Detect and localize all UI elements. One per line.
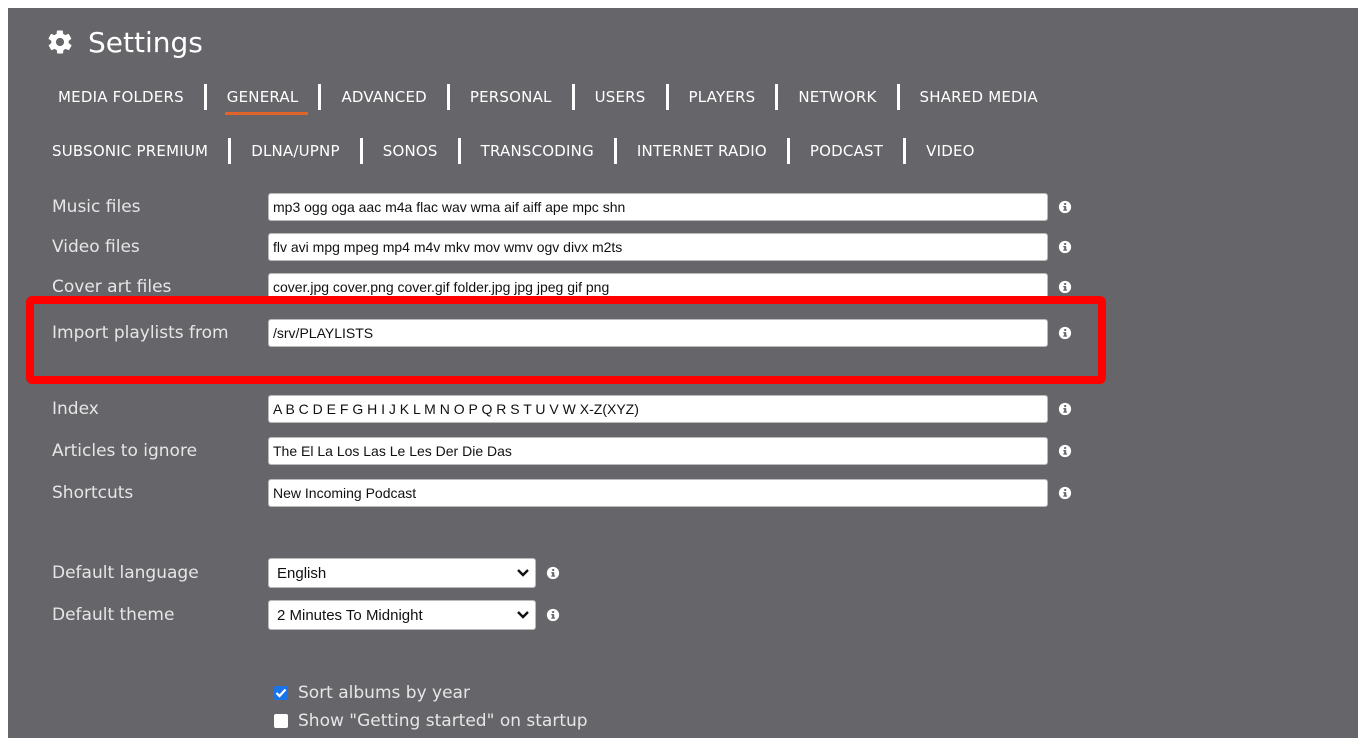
tab-network[interactable]: NETWORK bbox=[798, 88, 876, 106]
sort-albums-checkbox[interactable] bbox=[274, 686, 288, 700]
page-title-text: Settings bbox=[88, 25, 203, 59]
tab-general[interactable]: GENERAL bbox=[224, 88, 309, 115]
tab-video[interactable]: VIDEO bbox=[926, 142, 975, 160]
music-files-label: Music files bbox=[52, 197, 141, 217]
tab-media-folders[interactable]: MEDIA FOLDERS bbox=[58, 88, 184, 106]
tab-sonos[interactable]: SONOS bbox=[383, 142, 438, 160]
theme-select[interactable]: 2 Minutes To Midnight bbox=[268, 600, 536, 630]
tab-internet-radio[interactable]: INTERNET RADIO bbox=[637, 142, 767, 160]
page-title: Settings bbox=[46, 22, 203, 62]
info-icon[interactable] bbox=[1058, 200, 1072, 214]
nav-separator bbox=[203, 84, 207, 110]
nav-separator bbox=[613, 138, 617, 164]
articles-row: Articles to ignore bbox=[52, 436, 1072, 466]
cover-art-files-row: Cover art files bbox=[52, 272, 1072, 302]
gear-icon bbox=[48, 30, 72, 54]
language-select-value: English bbox=[277, 564, 327, 582]
chevron-down-icon bbox=[517, 569, 529, 577]
import-playlists-row: Import playlists from bbox=[52, 318, 1072, 348]
nav-separator bbox=[786, 138, 790, 164]
import-playlists-label: Import playlists from bbox=[52, 323, 229, 343]
language-row: Default language English bbox=[52, 558, 560, 588]
info-icon[interactable] bbox=[1058, 486, 1072, 500]
nav-separator bbox=[665, 84, 669, 110]
sort-albums-option[interactable]: Sort albums by year bbox=[274, 680, 470, 706]
music-files-input[interactable] bbox=[268, 193, 1048, 221]
info-icon[interactable] bbox=[1058, 240, 1072, 254]
nav-separator bbox=[903, 138, 907, 164]
nav-row-1: MEDIA FOLDERS GENERAL ADVANCED PERSONAL … bbox=[58, 82, 1038, 115]
shortcuts-input[interactable] bbox=[268, 479, 1048, 507]
import-playlists-input[interactable] bbox=[268, 319, 1048, 347]
shortcuts-row: Shortcuts bbox=[52, 478, 1072, 508]
nav-separator bbox=[318, 84, 322, 110]
nav-separator bbox=[775, 84, 779, 110]
index-row: Index bbox=[52, 394, 1072, 424]
tab-dlna-upnp[interactable]: DLNA/UPNP bbox=[251, 142, 340, 160]
index-input[interactable] bbox=[268, 395, 1048, 423]
getting-started-checkbox[interactable] bbox=[274, 714, 288, 728]
tab-advanced[interactable]: ADVANCED bbox=[341, 88, 426, 106]
tab-users[interactable]: USERS bbox=[595, 88, 646, 106]
nav-separator bbox=[228, 138, 232, 164]
getting-started-label: Show "Getting started" on startup bbox=[298, 711, 588, 731]
nav-row-2: SUBSONIC PREMIUM DLNA/UPNP SONOS TRANSCO… bbox=[52, 136, 975, 166]
nav-separator bbox=[896, 84, 900, 110]
theme-label: Default theme bbox=[52, 605, 175, 625]
articles-label: Articles to ignore bbox=[52, 441, 198, 461]
info-icon[interactable] bbox=[1058, 280, 1072, 294]
tab-players[interactable]: PLAYERS bbox=[689, 88, 756, 106]
language-select[interactable]: English bbox=[268, 558, 536, 588]
tab-subsonic-premium[interactable]: SUBSONIC PREMIUM bbox=[52, 142, 208, 160]
tab-shared-media[interactable]: SHARED MEDIA bbox=[920, 88, 1038, 106]
music-files-row: Music files bbox=[52, 192, 1072, 222]
theme-select-value: 2 Minutes To Midnight bbox=[277, 606, 423, 624]
nav-separator bbox=[359, 138, 363, 164]
shortcuts-label: Shortcuts bbox=[52, 483, 134, 503]
info-icon[interactable] bbox=[1058, 326, 1072, 340]
sort-albums-label: Sort albums by year bbox=[298, 683, 470, 703]
nav-separator bbox=[571, 84, 575, 110]
settings-page: Settings MEDIA FOLDERS GENERAL ADVANCED … bbox=[8, 8, 1358, 738]
info-icon[interactable] bbox=[546, 608, 560, 622]
checkmark-icon bbox=[275, 688, 287, 698]
nav-separator bbox=[457, 138, 461, 164]
nav-separator bbox=[446, 84, 450, 110]
getting-started-option[interactable]: Show "Getting started" on startup bbox=[274, 708, 588, 734]
tab-transcoding[interactable]: TRANSCODING bbox=[481, 142, 594, 160]
info-icon[interactable] bbox=[546, 566, 560, 580]
info-icon[interactable] bbox=[1058, 444, 1072, 458]
cover-art-files-label: Cover art files bbox=[52, 277, 172, 297]
index-label: Index bbox=[52, 399, 99, 419]
video-files-row: Video files bbox=[52, 232, 1072, 262]
theme-row: Default theme 2 Minutes To Midnight bbox=[52, 600, 560, 630]
video-files-label: Video files bbox=[52, 237, 140, 257]
video-files-input[interactable] bbox=[268, 233, 1048, 261]
cover-art-files-input[interactable] bbox=[268, 273, 1048, 301]
language-label: Default language bbox=[52, 563, 199, 583]
tab-personal[interactable]: PERSONAL bbox=[470, 88, 552, 106]
chevron-down-icon bbox=[517, 611, 529, 619]
articles-input[interactable] bbox=[268, 437, 1048, 465]
info-icon[interactable] bbox=[1058, 402, 1072, 416]
tab-podcast[interactable]: PODCAST bbox=[810, 142, 883, 160]
